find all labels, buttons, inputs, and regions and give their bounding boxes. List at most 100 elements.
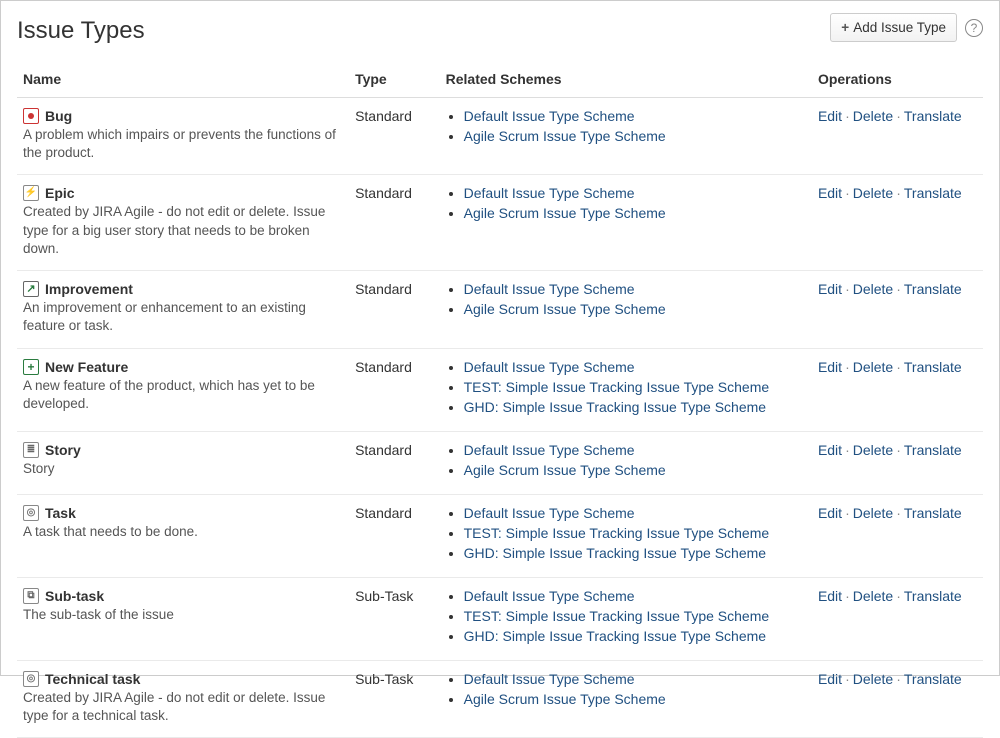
help-icon[interactable]: ?: [965, 19, 983, 37]
separator-dot: ·: [842, 359, 853, 375]
scheme-item: Agile Scrum Issue Type Scheme: [464, 205, 806, 221]
translate-link[interactable]: Translate: [904, 588, 962, 604]
translate-link[interactable]: Translate: [904, 671, 962, 687]
translate-link[interactable]: Translate: [904, 185, 962, 201]
scheme-link[interactable]: GHD: Simple Issue Tracking Issue Type Sc…: [464, 628, 766, 644]
table-row: StoryStoryStandardDefault Issue Type Sch…: [17, 431, 983, 494]
scheme-link[interactable]: Default Issue Type Scheme: [464, 108, 635, 124]
col-header-operations: Operations: [812, 63, 983, 98]
scheme-list: Default Issue Type Scheme Agile Scrum Iss…: [446, 185, 806, 221]
scheme-item: Default Issue Type Scheme: [464, 671, 806, 687]
separator-dot: ·: [893, 671, 904, 687]
edit-link[interactable]: Edit: [818, 281, 842, 297]
issue-type-kind: Standard: [349, 494, 440, 577]
scheme-link[interactable]: Default Issue Type Scheme: [464, 442, 635, 458]
translate-link[interactable]: Translate: [904, 281, 962, 297]
translate-link[interactable]: Translate: [904, 359, 962, 375]
delete-link[interactable]: Delete: [853, 442, 893, 458]
separator-dot: ·: [842, 281, 853, 297]
edit-link[interactable]: Edit: [818, 108, 842, 124]
add-issue-type-button[interactable]: + Add Issue Type: [830, 13, 957, 42]
separator-dot: ·: [893, 588, 904, 604]
delete-link[interactable]: Delete: [853, 108, 893, 124]
separator-dot: ·: [842, 588, 853, 604]
translate-link[interactable]: Translate: [904, 108, 962, 124]
delete-link[interactable]: Delete: [853, 588, 893, 604]
issue-type-name: Sub-task: [45, 588, 104, 604]
separator-dot: ·: [842, 185, 853, 201]
add-issue-type-label: Add Issue Type: [853, 20, 946, 35]
col-header-type: Type: [349, 63, 440, 98]
scheme-item: Agile Scrum Issue Type Scheme: [464, 462, 806, 478]
scheme-link[interactable]: TEST: Simple Issue Tracking Issue Type S…: [464, 525, 770, 541]
scheme-item: GHD: Simple Issue Tracking Issue Type Sc…: [464, 628, 806, 644]
subtask-icon: [23, 588, 39, 604]
table-row: TaskA task that needs to be done.Standar…: [17, 494, 983, 577]
operations-cell: Edit·Delete·Translate: [812, 348, 983, 431]
scheme-link[interactable]: Default Issue Type Scheme: [464, 505, 635, 521]
scheme-item: Default Issue Type Scheme: [464, 505, 806, 521]
scheme-item: TEST: Simple Issue Tracking Issue Type S…: [464, 525, 806, 541]
issue-type-name: Improvement: [45, 281, 133, 297]
scheme-item: Default Issue Type Scheme: [464, 588, 806, 604]
scheme-link[interactable]: GHD: Simple Issue Tracking Issue Type Sc…: [464, 545, 766, 561]
edit-link[interactable]: Edit: [818, 505, 842, 521]
epic-icon: [23, 185, 39, 201]
translate-link[interactable]: Translate: [904, 505, 962, 521]
story-icon: [23, 442, 39, 458]
table-row: BugA problem which impairs or prevents t…: [17, 98, 983, 175]
edit-link[interactable]: Edit: [818, 359, 842, 375]
issue-type-description: A problem which impairs or prevents the …: [23, 126, 343, 162]
delete-link[interactable]: Delete: [853, 185, 893, 201]
scheme-link[interactable]: Default Issue Type Scheme: [464, 671, 635, 687]
delete-link[interactable]: Delete: [853, 671, 893, 687]
scheme-list: Default Issue Type Scheme Agile Scrum Iss…: [446, 442, 806, 478]
scheme-link[interactable]: Agile Scrum Issue Type Scheme: [464, 691, 666, 707]
scheme-item: Agile Scrum Issue Type Scheme: [464, 301, 806, 317]
separator-dot: ·: [842, 108, 853, 124]
separator-dot: ·: [893, 185, 904, 201]
scheme-link[interactable]: Default Issue Type Scheme: [464, 359, 635, 375]
delete-link[interactable]: Delete: [853, 505, 893, 521]
scheme-link[interactable]: GHD: Simple Issue Tracking Issue Type Sc…: [464, 399, 766, 415]
scheme-link[interactable]: TEST: Simple Issue Tracking Issue Type S…: [464, 379, 770, 395]
issue-type-kind: Standard: [349, 271, 440, 348]
translate-link[interactable]: Translate: [904, 442, 962, 458]
separator-dot: ·: [842, 442, 853, 458]
scheme-list: Default Issue Type Scheme Agile Scrum Iss…: [446, 108, 806, 144]
table-row: New FeatureA new feature of the product,…: [17, 348, 983, 431]
delete-link[interactable]: Delete: [853, 359, 893, 375]
issue-type-name: New Feature: [45, 359, 128, 375]
scheme-item: GHD: Simple Issue Tracking Issue Type Sc…: [464, 545, 806, 561]
issue-type-table: Name Type Related Schemes Operations Bug…: [17, 63, 983, 738]
scheme-link[interactable]: Agile Scrum Issue Type Scheme: [464, 462, 666, 478]
scheme-list: Default Issue Type Scheme TEST: Simple Is…: [446, 359, 806, 415]
delete-link[interactable]: Delete: [853, 281, 893, 297]
issue-type-name: Task: [45, 505, 76, 521]
edit-link[interactable]: Edit: [818, 442, 842, 458]
separator-dot: ·: [893, 442, 904, 458]
issue-type-kind: Standard: [349, 348, 440, 431]
scheme-link[interactable]: TEST: Simple Issue Tracking Issue Type S…: [464, 608, 770, 624]
edit-link[interactable]: Edit: [818, 671, 842, 687]
table-row: Sub-taskThe sub-task of the issueSub-Tas…: [17, 577, 983, 660]
scheme-link[interactable]: Default Issue Type Scheme: [464, 588, 635, 604]
issue-type-name: Technical task: [45, 671, 140, 687]
scheme-link[interactable]: Default Issue Type Scheme: [464, 185, 635, 201]
separator-dot: ·: [842, 505, 853, 521]
edit-link[interactable]: Edit: [818, 588, 842, 604]
issue-type-kind: Sub-Task: [349, 660, 440, 737]
separator-dot: ·: [893, 281, 904, 297]
operations-cell: Edit·Delete·Translate: [812, 577, 983, 660]
edit-link[interactable]: Edit: [818, 185, 842, 201]
scheme-link[interactable]: Agile Scrum Issue Type Scheme: [464, 301, 666, 317]
issue-type-kind: Standard: [349, 431, 440, 494]
scheme-link[interactable]: Default Issue Type Scheme: [464, 281, 635, 297]
issue-type-kind: Standard: [349, 175, 440, 271]
scheme-link[interactable]: Agile Scrum Issue Type Scheme: [464, 205, 666, 221]
separator-dot: ·: [893, 505, 904, 521]
operations-cell: Edit·Delete·Translate: [812, 175, 983, 271]
scheme-link[interactable]: Agile Scrum Issue Type Scheme: [464, 128, 666, 144]
issue-type-description: Created by JIRA Agile - do not edit or d…: [23, 689, 343, 725]
table-row: EpicCreated by JIRA Agile - do not edit …: [17, 175, 983, 271]
